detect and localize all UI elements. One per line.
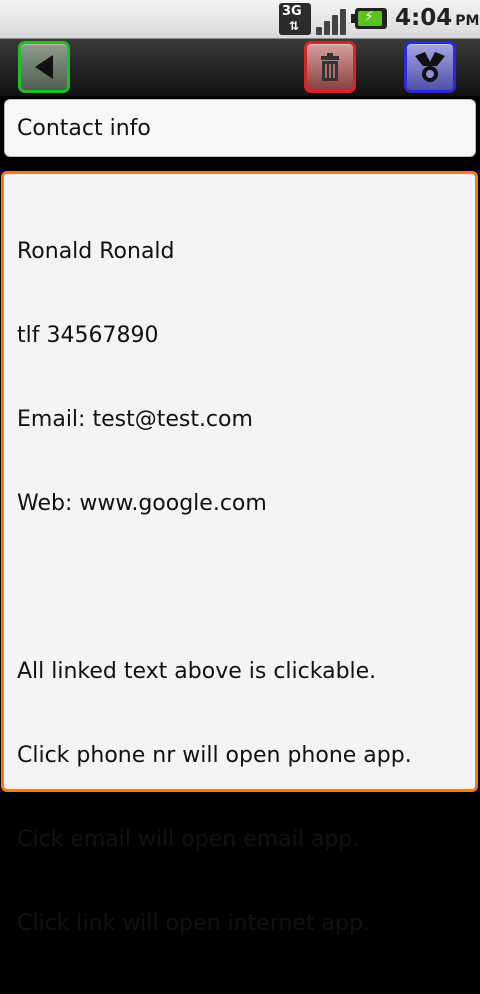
- clock-ampm: PM: [455, 13, 480, 29]
- share-icon: [415, 52, 445, 82]
- data-arrows-icon: ⇅: [289, 19, 300, 33]
- signal-strength-icon: [316, 3, 350, 35]
- spacer-line: [17, 574, 412, 602]
- note-line: Click phone nr will open phone app.: [17, 743, 412, 768]
- toolbar: [0, 39, 480, 96]
- contact-email-link[interactable]: Email: test@test.com: [17, 406, 412, 434]
- back-button[interactable]: [18, 41, 70, 93]
- note-line: Cick email will open email app.: [17, 827, 360, 852]
- contact-web-link[interactable]: Web: www.google.com: [17, 490, 412, 518]
- clock-time: 4:04: [395, 5, 453, 31]
- contact-details-panel: Ronald Ronald tlf 34567890 Email: test@t…: [1, 171, 478, 936]
- 3g-network-icon: 3G ⇅: [279, 3, 311, 35]
- contact-phone-link[interactable]: tlf 34567890: [17, 322, 412, 350]
- note-line: Click link will open internet app.: [17, 911, 370, 936]
- status-bar: 3G ⇅ ⚡ 4:04 PM: [0, 0, 480, 39]
- clock: 4:04 PM: [395, 5, 479, 31]
- title-box: Contact info: [4, 99, 476, 157]
- note-line: All linked text above is clickable.: [17, 659, 377, 684]
- trash-icon: [321, 53, 339, 81]
- page-title: Contact info: [17, 116, 151, 141]
- contact-name: Ronald Ronald: [17, 239, 175, 264]
- back-arrow-icon: [35, 55, 53, 79]
- network-type-label: 3G: [282, 4, 302, 19]
- delete-button[interactable]: [304, 41, 356, 93]
- battery-charging-icon: ⚡: [351, 8, 387, 29]
- share-button[interactable]: [404, 41, 456, 93]
